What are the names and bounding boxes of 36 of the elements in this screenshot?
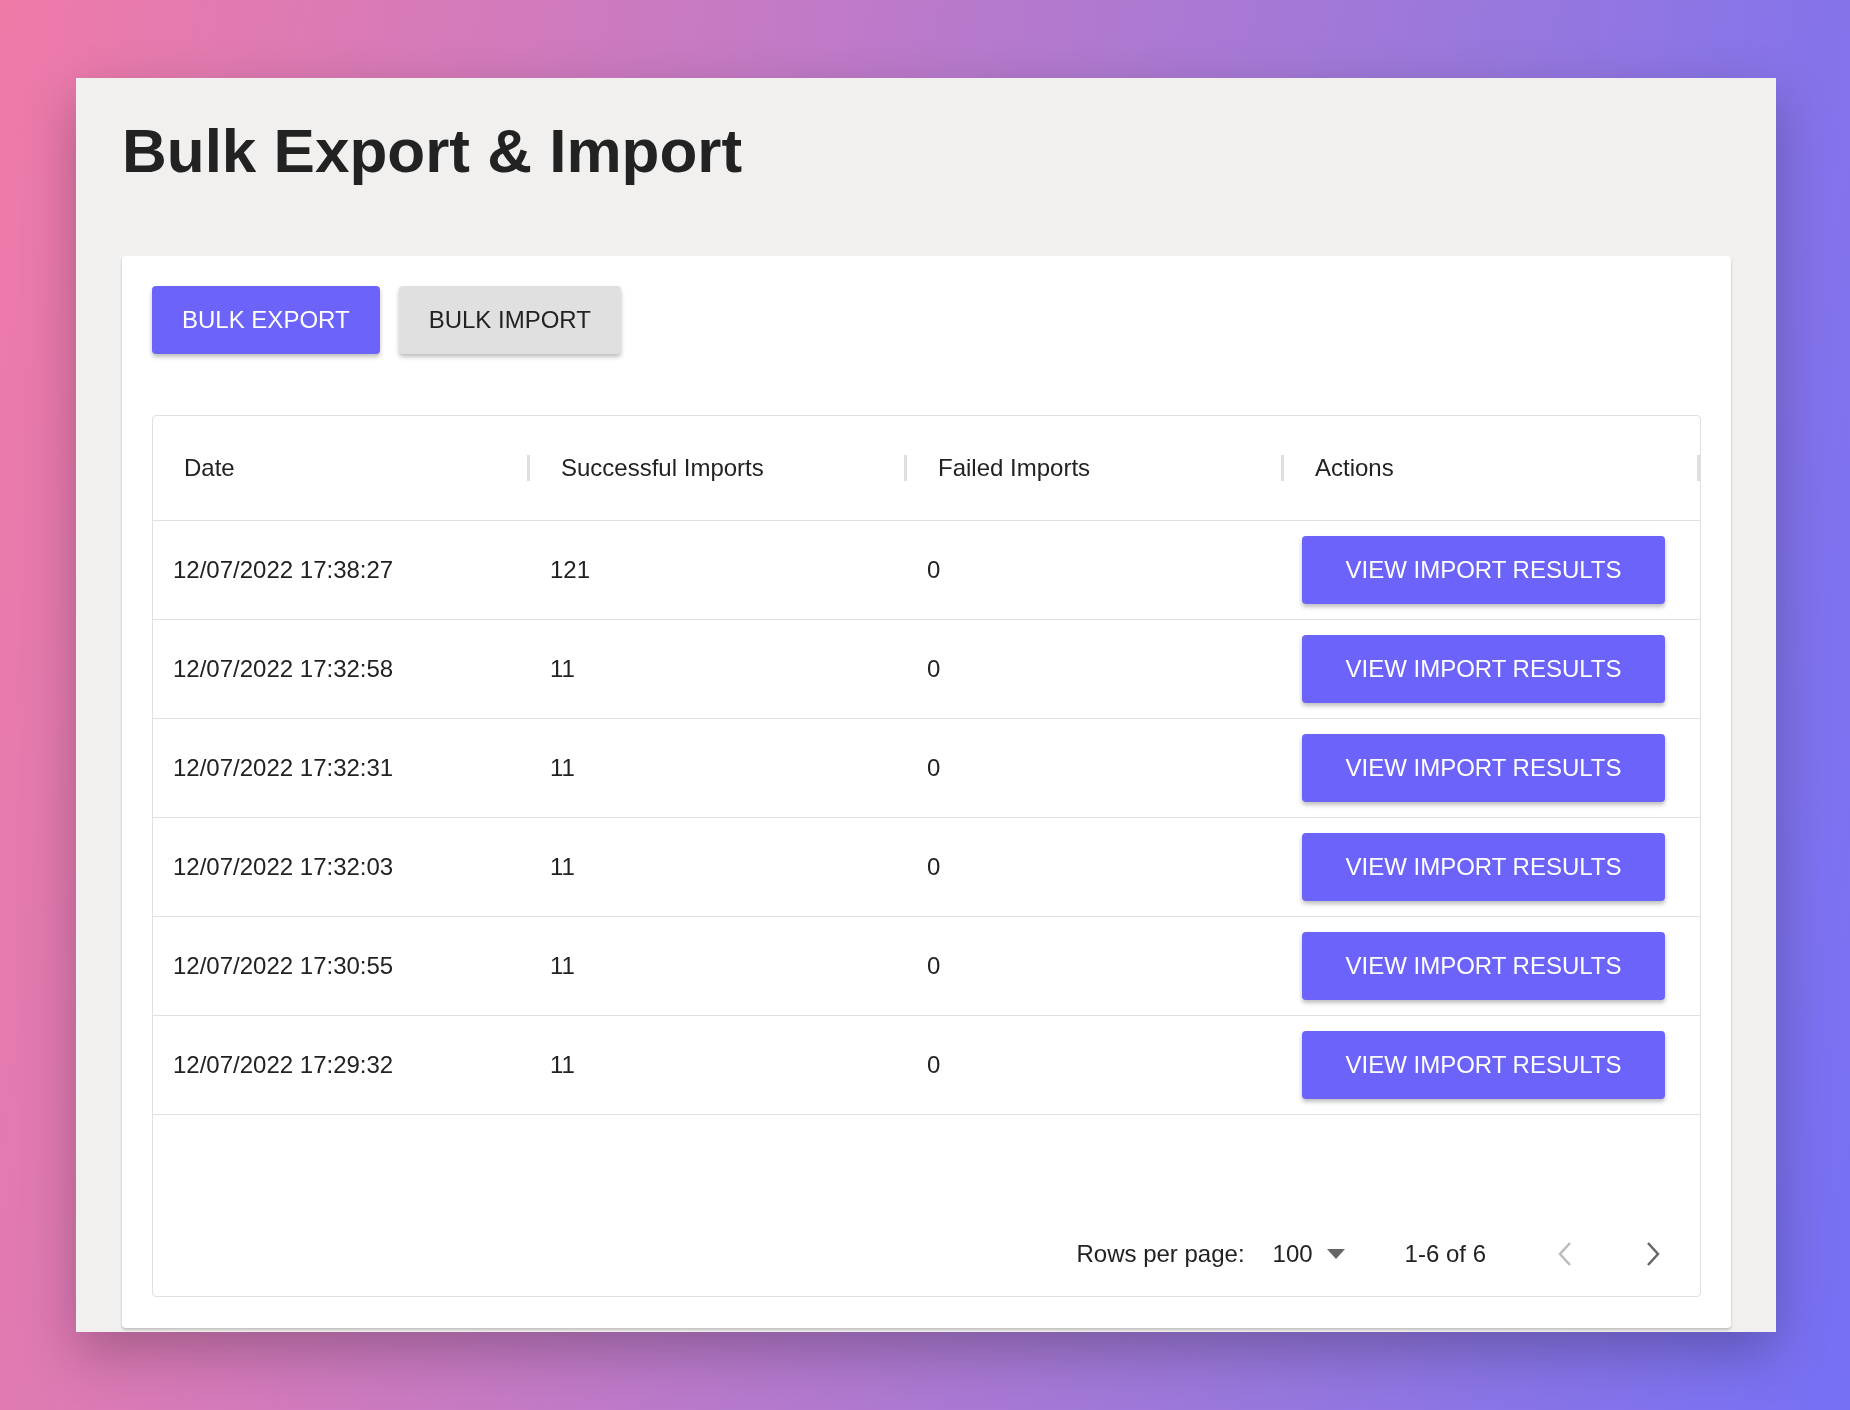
column-header: Date <box>183 454 235 482</box>
column-header: Successful Imports <box>560 454 764 482</box>
view-results-button[interactable]: VIEW IMPORT RESULTS <box>1302 734 1665 802</box>
table-cell-text: 121 <box>549 556 592 584</box>
table-cell-text: 0 <box>926 853 942 881</box>
table-cell-text: 0 <box>926 754 942 782</box>
column-header: Failed Imports <box>937 454 1091 482</box>
table-cell-text: 0 <box>926 655 942 683</box>
table-cell-text: 12/07/2022 17:32:31 <box>172 754 395 782</box>
export-button[interactable]: BULK EXPORT <box>152 286 380 354</box>
page-title: Bulk Export & Import <box>122 115 743 187</box>
table-cell-text: 11 <box>549 1051 576 1079</box>
import-button[interactable]: BULK IMPORT <box>398 286 621 354</box>
column-header: Actions <box>1314 454 1394 482</box>
table-cell-text: 12/07/2022 17:32:03 <box>172 853 395 881</box>
table-cell-text: 11 <box>549 853 576 881</box>
caret-icon <box>1326 1249 1345 1259</box>
table-cell-text: 12/07/2022 17:32:58 <box>172 655 395 683</box>
table-cell-text: 11 <box>549 655 576 683</box>
rows-per-page-select[interactable]: 100 <box>1272 1240 1345 1268</box>
view-results-button[interactable]: VIEW IMPORT RESULTS <box>1302 1031 1665 1099</box>
table-cell-text: 12/07/2022 17:30:55 <box>172 952 395 980</box>
view-results-button[interactable]: VIEW IMPORT RESULTS <box>1302 932 1665 1000</box>
next-page-icon[interactable] <box>1644 1240 1662 1268</box>
view-results-button[interactable]: VIEW IMPORT RESULTS <box>1302 635 1665 703</box>
rows-per-page-label: Rows per page: <box>1076 1240 1245 1268</box>
table-cell-text: 0 <box>926 556 942 584</box>
table-cell-text: 11 <box>549 754 576 782</box>
table-cell-text: 11 <box>549 952 576 980</box>
view-results-button[interactable]: VIEW IMPORT RESULTS <box>1302 536 1665 604</box>
table-cell-text: 0 <box>926 952 942 980</box>
view-results-button[interactable]: VIEW IMPORT RESULTS <box>1302 833 1665 901</box>
table-cell-text: 0 <box>926 1051 942 1079</box>
page-range: 1-6 of 6 <box>1404 1240 1486 1268</box>
table-cell-text: 12/07/2022 17:38:27 <box>172 556 395 584</box>
table-cell-text: 12/07/2022 17:29:32 <box>172 1051 395 1079</box>
